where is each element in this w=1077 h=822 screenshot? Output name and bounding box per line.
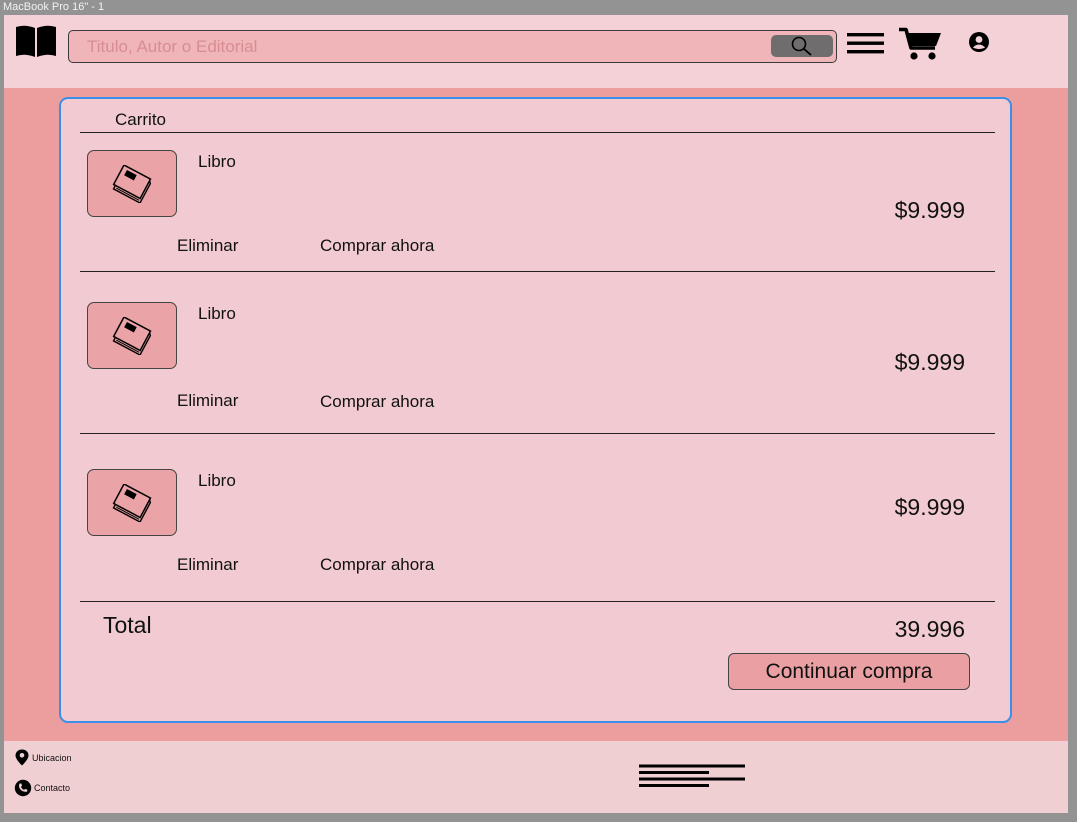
buy-now-button[interactable]: Comprar ahora — [320, 236, 434, 256]
item-name: Libro — [198, 471, 236, 490]
contact-label: Contacto — [34, 783, 71, 793]
footer-lines-icon — [639, 764, 747, 795]
location-pin-icon — [15, 749, 29, 766]
item-name: Libro — [198, 304, 236, 323]
search-bar — [68, 30, 837, 63]
continue-purchase-button[interactable]: Continuar compra — [728, 653, 970, 690]
divider — [80, 271, 995, 272]
book-icon — [87, 469, 177, 536]
menu-icon[interactable] — [847, 32, 885, 61]
total-value: 39.996 — [894, 616, 965, 642]
item-price: $9.999 — [894, 349, 965, 375]
user-icon[interactable] — [968, 31, 990, 58]
item-price: $9.999 — [894, 494, 965, 520]
total-label: Total — [103, 612, 152, 638]
open-book-icon[interactable] — [15, 24, 57, 63]
delete-button[interactable]: Eliminar — [177, 555, 238, 575]
location-link[interactable]: Ubicacion — [14, 749, 72, 766]
delete-button[interactable]: Eliminar — [177, 391, 238, 411]
buy-now-button[interactable]: Comprar ahora — [320, 392, 434, 412]
search-icon — [791, 36, 812, 56]
buy-now-button[interactable]: Comprar ahora — [320, 555, 434, 575]
cart-title: Carrito — [115, 110, 167, 129]
item-name: Libro — [198, 152, 236, 171]
search-button[interactable] — [771, 35, 833, 57]
search-input[interactable] — [69, 31, 759, 62]
header — [4, 15, 1068, 88]
delete-button[interactable]: Eliminar — [177, 236, 238, 256]
book-icon — [87, 302, 177, 369]
frame-label: MacBook Pro 16" - 1 — [3, 1, 105, 13]
divider — [80, 132, 995, 133]
cart-icon[interactable] — [899, 27, 943, 66]
phone-icon — [14, 779, 32, 797]
page-frame: Carrito Libro $9.999 Eliminar Comprar ah… — [4, 15, 1068, 813]
footer: Ubicacion Contacto — [4, 741, 1068, 813]
divider — [80, 601, 995, 602]
contact-link[interactable]: Contacto — [14, 779, 70, 797]
cart-panel: Carrito Libro $9.999 Eliminar Comprar ah… — [59, 97, 1012, 723]
item-price: $9.999 — [894, 197, 965, 223]
location-label: Ubicacion — [32, 752, 72, 763]
divider — [80, 433, 995, 434]
book-icon — [87, 150, 177, 217]
